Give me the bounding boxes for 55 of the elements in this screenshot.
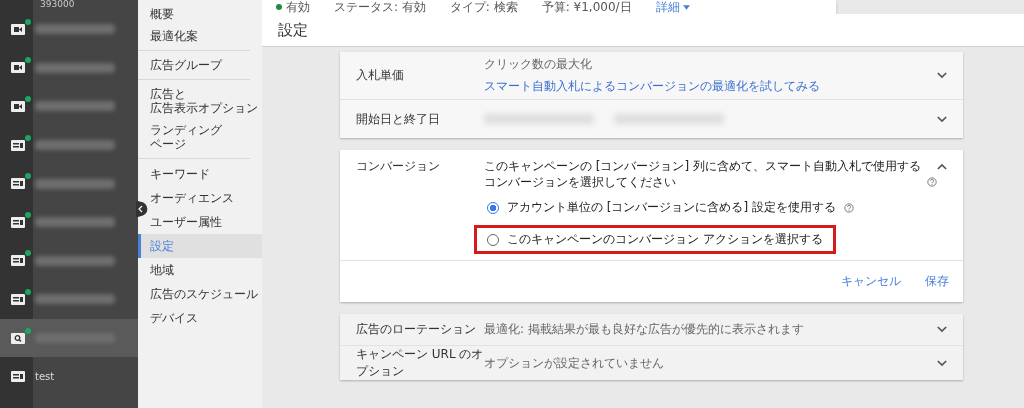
nav-item[interactable]: ランディング ページ xyxy=(150,119,262,155)
setting-label: 広告のローテーション xyxy=(356,321,477,338)
smart-bidding-link[interactable]: スマート自動入札によるコンバージョンの最適化を試してみる xyxy=(484,78,937,95)
summary-text: タイプ: 検索 xyxy=(449,0,518,16)
chevron-down-icon[interactable] xyxy=(937,359,947,367)
display-ad-icon xyxy=(11,371,25,383)
nav-item[interactable]: デバイス xyxy=(150,306,262,330)
campaign-item[interactable] xyxy=(0,318,138,358)
account-id: 393000 xyxy=(39,0,76,10)
video-camera-icon xyxy=(11,62,25,74)
setting-label: 開始日と終了日 xyxy=(356,110,441,128)
chevron-down-icon[interactable] xyxy=(937,115,947,123)
nav-item[interactable]: 概要 xyxy=(150,3,262,25)
radio-button[interactable] xyxy=(487,233,499,246)
details-link[interactable]: 詳細 xyxy=(655,0,690,16)
campaign-name: test xyxy=(35,371,55,383)
video-camera-icon xyxy=(11,23,25,35)
option-label: アカウント単位の [コンバージョンに含める] 設定を使用する xyxy=(507,199,836,216)
status-dot xyxy=(276,4,282,10)
nav-item[interactable]: キーワード xyxy=(150,162,262,186)
summary-text: ステータス: 有効 xyxy=(334,0,426,16)
summary-text: 予算: ¥1,000/日 xyxy=(541,0,632,16)
display-ad-icon xyxy=(11,293,25,305)
nav-item[interactable]: 地域 xyxy=(150,258,262,282)
setting-value: オプションが設定されていません xyxy=(484,354,665,372)
nav-item[interactable]: 広告グループ xyxy=(150,54,262,76)
status-text: 有効 xyxy=(286,0,310,16)
chevron-down-icon[interactable] xyxy=(937,326,947,333)
nav-item[interactable]: 最適化案 xyxy=(150,25,262,47)
setting-label: キャンペーン URL のオプション xyxy=(356,346,484,380)
setting-value: クリック数の最大化 xyxy=(484,56,593,73)
nav-item[interactable]: オーディエンス xyxy=(150,186,262,210)
setting-value: 最適化: 掲載結果が最も良好な広告が優先的に表示されます xyxy=(484,321,805,338)
video-camera-icon xyxy=(11,101,25,112)
conversion-description: このキャンペーンの [コンバージョン] 列に含めて、スマート自動入札で使用するコンバージョンを選択してください xyxy=(484,158,922,190)
display-ad-icon xyxy=(11,139,25,151)
campaign-item[interactable]: test xyxy=(0,357,138,396)
display-ad-icon xyxy=(11,216,25,228)
nav-item[interactable]: ユーザー属性 xyxy=(150,210,262,234)
setting-label: コンバージョン xyxy=(356,158,441,175)
setting-label: 入札単価 xyxy=(356,67,405,84)
chevron-down-icon[interactable] xyxy=(937,72,947,79)
page-title: 設定 xyxy=(278,20,308,40)
help-icon[interactable] xyxy=(927,177,937,187)
radio-button[interactable] xyxy=(487,201,499,214)
nav-item[interactable]: 広告と 広告表示オプション xyxy=(150,83,262,119)
footer-button[interactable]: キャンセル xyxy=(835,271,907,292)
option-label: このキャンペーンのコンバージョン アクションを選択する xyxy=(507,231,823,248)
display-ad-icon xyxy=(11,255,25,267)
chevron-up-icon[interactable] xyxy=(937,163,947,170)
nav-item[interactable]: 広告のスケジュール xyxy=(150,282,262,306)
search-icon xyxy=(11,332,25,344)
help-icon[interactable] xyxy=(844,202,854,213)
display-ad-icon xyxy=(11,178,25,190)
footer-button[interactable]: 保存 xyxy=(919,271,955,292)
